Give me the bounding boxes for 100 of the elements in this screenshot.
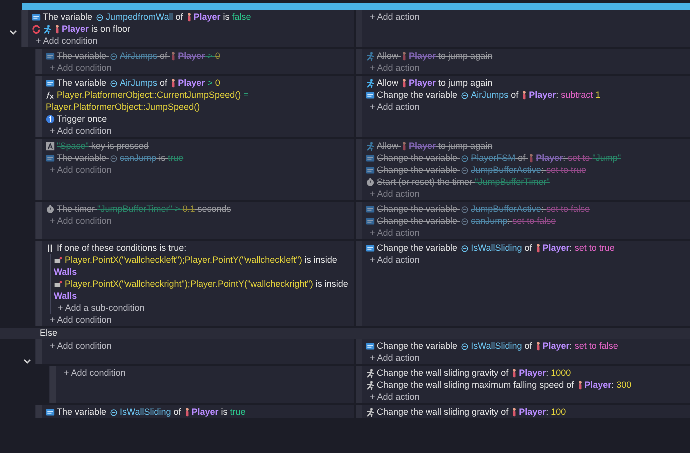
expression-text: Player.PointX("wallcheckright");Player.PointY("wallcheckright") — [65, 279, 314, 289]
boolean-value: false — [232, 12, 252, 22]
number-value: 0.1 — [182, 204, 196, 214]
variable-name: canJump — [120, 153, 157, 163]
action-text: to jump again — [438, 51, 493, 61]
expression-text: Player.PlatformerObject::JumpSpeed() — [46, 102, 200, 112]
condition-text: key is pressed — [90, 141, 149, 151]
condition-text: seconds — [196, 204, 232, 214]
player-icon — [512, 369, 518, 378]
number-value: 300 — [616, 380, 632, 390]
object-name: Player — [529, 90, 556, 100]
variable-symbol-icon — [461, 342, 470, 351]
player-icon — [578, 381, 583, 390]
variable-name: AirJumps — [120, 51, 158, 61]
action-text: : — [612, 380, 616, 390]
string-value: "JumpBufferTimer" — [475, 177, 550, 187]
variable-icon — [46, 154, 55, 163]
variable-symbol-icon — [461, 154, 470, 163]
stopwatch-icon — [46, 205, 55, 214]
action-text: : — [570, 243, 574, 253]
variable-symbol-icon — [110, 79, 118, 88]
variable-icon — [32, 13, 41, 22]
stopwatch-icon — [366, 178, 375, 187]
action-text: : — [563, 153, 567, 163]
arrows-icon — [32, 25, 41, 34]
keyboard-key-icon — [46, 142, 55, 151]
operation-text: subtract — [561, 90, 594, 100]
boolean-value: true — [230, 407, 246, 417]
number-value: 0 — [215, 78, 220, 88]
variable-name: AirJumps — [120, 78, 158, 88]
object-name: Player — [584, 380, 612, 390]
object-name: Player — [409, 141, 436, 151]
add-condition-link[interactable]: + Add condition — [46, 126, 112, 136]
player-icon — [55, 25, 60, 34]
variable-name: IsWallSliding — [471, 341, 522, 351]
condition-text: is — [222, 12, 231, 22]
expression-text: Player.PointX("wallcheckleft");Player.PointY("wallcheckleft") — [65, 255, 302, 265]
variable-icon — [366, 342, 375, 351]
operation-text: set to true — [574, 243, 615, 253]
action-text: : — [556, 90, 560, 100]
running-figure-icon — [366, 142, 375, 151]
variable-name: IsWallSliding — [120, 407, 172, 417]
player-icon — [522, 91, 528, 100]
player-icon — [171, 52, 176, 61]
add-subcondition-link[interactable]: + Add a sub-condition — [54, 303, 145, 313]
chevron-icon[interactable] — [23, 357, 32, 366]
action-text: : — [541, 165, 545, 175]
action-text: of — [510, 90, 520, 100]
action-text: : — [570, 341, 574, 351]
variable-name: AirJumps — [471, 90, 509, 100]
object-name: Player — [542, 243, 570, 253]
action-text: Start (or reset) the timer — [377, 177, 474, 187]
condition-text: is — [158, 153, 167, 163]
operator: > — [206, 51, 214, 61]
add-condition-link[interactable]: + Add condition — [60, 368, 126, 378]
variable-icon — [366, 154, 375, 163]
variable-icon — [366, 244, 375, 253]
variable-symbol-icon — [110, 408, 118, 417]
running-figure-icon — [43, 25, 52, 34]
add-action-link[interactable]: + Add action — [366, 102, 420, 112]
add-action-link[interactable]: + Add action — [366, 12, 420, 22]
condition-text: The timer — [57, 204, 96, 214]
action-text: : — [546, 368, 550, 378]
object-name: Player — [409, 51, 436, 61]
add-condition-link[interactable]: + Add condition — [46, 315, 112, 325]
add-action-link[interactable]: + Add action — [366, 255, 420, 265]
or-icon — [46, 244, 55, 253]
condition-text: is on floor — [90, 24, 131, 34]
add-condition-link[interactable]: + Add condition — [46, 341, 112, 351]
function-icon — [46, 91, 55, 100]
variable-symbol-icon — [461, 166, 470, 175]
variable-icon — [366, 166, 375, 175]
variable-symbol-icon — [461, 217, 470, 226]
add-action-link[interactable]: + Add action — [366, 392, 420, 402]
object-name: Player — [519, 407, 546, 417]
variable-symbol-icon — [110, 52, 118, 61]
condition-text: of — [159, 78, 169, 88]
chevron-icon[interactable] — [9, 28, 18, 37]
variable-icon — [366, 205, 375, 214]
action-text: Allow — [377, 51, 400, 61]
condition-text: Trigger once — [57, 114, 108, 124]
object-name: Player — [178, 78, 206, 88]
object-name: Player — [194, 12, 221, 22]
number-value: 0 — [215, 51, 220, 61]
add-action-link[interactable]: + Add action — [366, 353, 420, 363]
condition-text: of — [174, 12, 184, 22]
variable-name: canJump — [471, 216, 508, 226]
else-label: Else — [40, 328, 58, 338]
running-figure-icon — [366, 369, 375, 378]
condition-text: The variable — [57, 153, 108, 163]
running-figure-icon — [366, 408, 375, 417]
action-text: to jump again — [438, 78, 493, 88]
action-text: Change the wall sliding maximum falling speed of — [377, 380, 576, 390]
variable-icon — [46, 52, 55, 61]
add-condition-link[interactable]: + Add condition — [32, 36, 98, 46]
action-text: : — [546, 407, 550, 417]
player-icon — [402, 52, 408, 61]
running-figure-icon — [366, 381, 375, 390]
variable-name: JumpBufferActive — [471, 165, 542, 175]
action-text: Change the variable — [377, 243, 459, 253]
